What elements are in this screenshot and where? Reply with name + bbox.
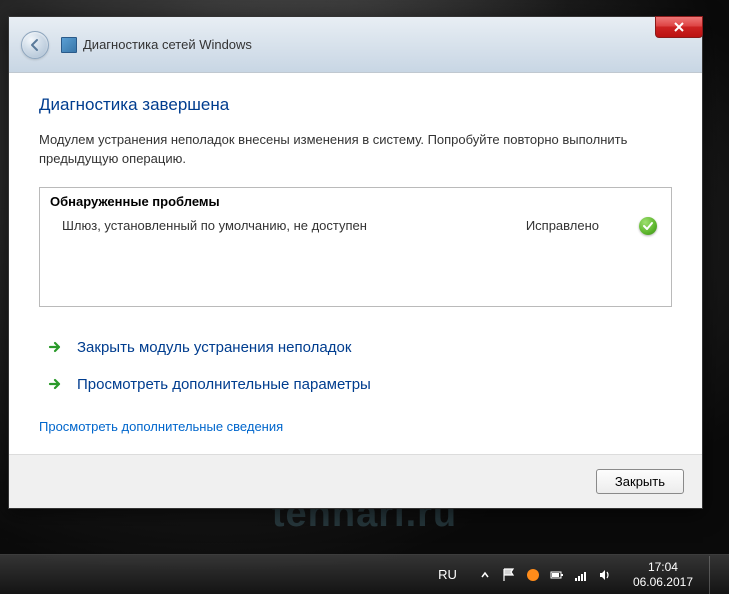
problems-list: Обнаруженные проблемы Шлюз, установленны… <box>39 187 672 307</box>
window-title: Диагностика сетей Windows <box>83 37 252 52</box>
troubleshooter-window: Диагностика сетей Windows Диагностика за… <box>8 16 703 509</box>
close-icon <box>673 22 685 32</box>
problem-name: Шлюз, установленный по умолчанию, не дос… <box>62 218 526 233</box>
more-info-link[interactable]: Просмотреть дополнительные сведения <box>39 419 283 434</box>
language-indicator[interactable]: RU <box>434 565 461 584</box>
flag-icon[interactable] <box>501 567 517 583</box>
clock-date: 06.06.2017 <box>633 575 693 590</box>
checkmark-icon <box>639 217 657 235</box>
battery-icon[interactable] <box>549 567 565 583</box>
content-area: Диагностика завершена Модулем устранения… <box>9 73 702 454</box>
description-text: Модулем устранения неполадок внесены изм… <box>39 131 672 169</box>
page-heading: Диагностика завершена <box>39 95 672 115</box>
antivirus-icon[interactable] <box>525 567 541 583</box>
back-button[interactable] <box>21 31 49 59</box>
clock[interactable]: 17:04 06.06.2017 <box>627 560 699 590</box>
problem-status: Исправлено <box>526 218 599 233</box>
close-troubleshooter-action[interactable]: Закрыть модуль устранения неполадок <box>39 329 672 366</box>
close-button-x[interactable] <box>655 16 703 38</box>
problem-row: Шлюз, установленный по умолчанию, не дос… <box>40 213 671 239</box>
troubleshooter-app-icon <box>61 37 77 53</box>
arrow-left-icon <box>28 38 42 52</box>
problems-header: Обнаруженные проблемы <box>40 188 671 213</box>
show-desktop-button[interactable] <box>709 556 721 594</box>
view-detailed-action[interactable]: Просмотреть дополнительные параметры <box>39 366 672 403</box>
action-label: Просмотреть дополнительные параметры <box>77 376 371 393</box>
volume-icon[interactable] <box>597 567 613 583</box>
network-icon[interactable] <box>573 567 589 583</box>
dialog-footer: Закрыть <box>9 454 702 508</box>
action-label: Закрыть модуль устранения неполадок <box>77 339 351 356</box>
taskbar: RU 17:04 06.06.2017 <box>0 554 729 594</box>
clock-time: 17:04 <box>633 560 693 575</box>
titlebar: Диагностика сетей Windows <box>9 17 702 73</box>
tray-expand-icon[interactable] <box>477 567 493 583</box>
arrow-right-icon <box>47 376 63 392</box>
close-dialog-button[interactable]: Закрыть <box>596 469 684 494</box>
arrow-right-icon <box>47 339 63 355</box>
